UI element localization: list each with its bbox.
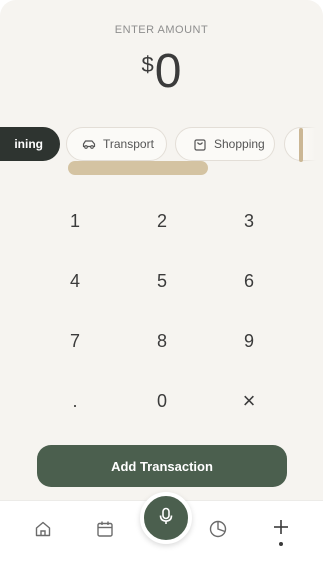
key-0[interactable]: 0 <box>122 373 202 429</box>
enter-amount-label: ENTER AMOUNT <box>114 24 209 36</box>
voice-input-button[interactable] <box>140 492 192 544</box>
active-indicator-dot <box>279 542 283 546</box>
chip-shopping[interactable]: Shopping <box>175 127 275 161</box>
chips-scroll-indicator <box>299 128 303 162</box>
pie-chart-icon <box>208 519 228 544</box>
amount-value: 0 <box>154 45 182 98</box>
key-8[interactable]: 8 <box>122 313 202 369</box>
car-icon <box>81 136 97 152</box>
nav-stats[interactable] <box>206 519 230 543</box>
key-1[interactable]: 1 <box>35 193 115 249</box>
plus-icon <box>271 517 291 542</box>
nav-add[interactable] <box>269 517 293 541</box>
chip-transport-label: Transport <box>103 137 154 151</box>
currency-symbol: $ <box>141 52 154 77</box>
nav-calendar[interactable] <box>93 519 117 543</box>
key-2[interactable]: 2 <box>122 193 202 249</box>
key-3[interactable]: 3 <box>209 193 289 249</box>
chips-scrollbar[interactable] <box>68 161 208 175</box>
key-decimal[interactable]: . <box>35 373 115 429</box>
home-icon <box>33 519 53 544</box>
chip-dining-label: ining <box>14 137 43 151</box>
category-chips[interactable]: ining Transport Shopping <box>0 127 323 163</box>
amount-entry-panel: ENTER AMOUNT $ 0 ining Transport Shoppin… <box>0 0 323 500</box>
key-4[interactable]: 4 <box>35 253 115 309</box>
key-7[interactable]: 7 <box>35 313 115 369</box>
amount-display: $ 0 <box>0 44 323 100</box>
add-transaction-button[interactable]: Add Transaction <box>37 445 287 487</box>
chip-transport[interactable]: Transport <box>66 127 167 161</box>
nav-home[interactable] <box>31 519 55 543</box>
key-6[interactable]: 6 <box>209 253 289 309</box>
key-5[interactable]: 5 <box>122 253 202 309</box>
app-screen: ENTER AMOUNT $ 0 ining Transport Shoppin… <box>0 0 323 573</box>
key-9[interactable]: 9 <box>209 313 289 369</box>
calendar-icon <box>95 519 115 544</box>
chip-dining[interactable]: ining <box>0 127 60 161</box>
chips-edge-fade <box>300 127 323 167</box>
key-backspace[interactable]: × <box>209 373 289 429</box>
shopping-bag-icon <box>192 136 208 152</box>
chip-shopping-label: Shopping <box>214 137 265 151</box>
mic-icon <box>156 506 176 531</box>
